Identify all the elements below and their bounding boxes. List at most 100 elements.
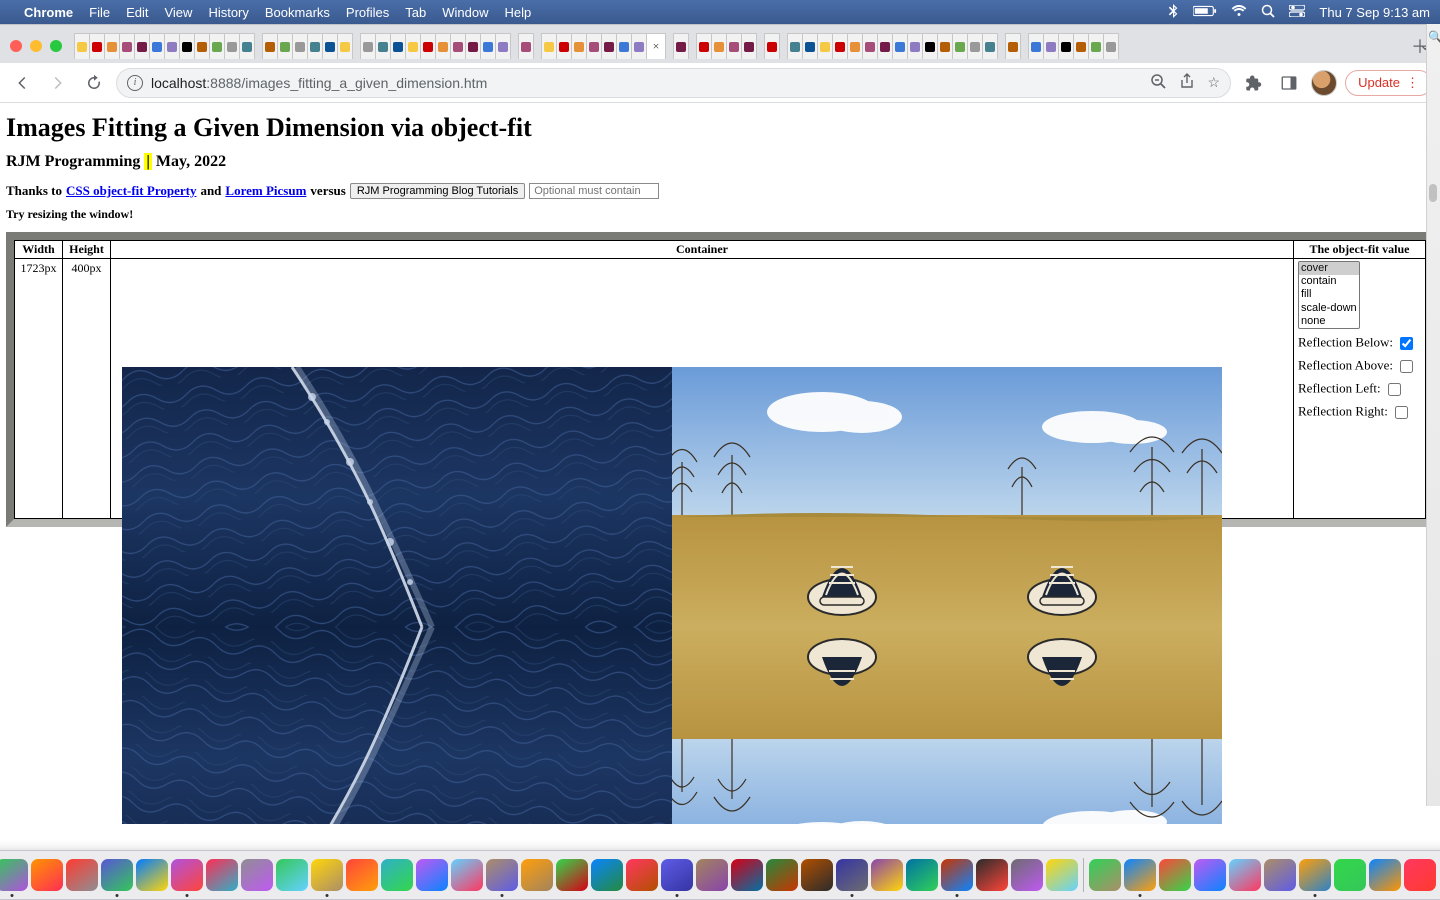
dock-app[interactable] bbox=[661, 859, 693, 891]
menu-tab[interactable]: Tab bbox=[405, 5, 426, 20]
tab[interactable] bbox=[307, 33, 323, 59]
battery-icon[interactable] bbox=[1193, 5, 1217, 20]
dock-app[interactable] bbox=[241, 859, 273, 891]
tab[interactable] bbox=[631, 33, 647, 59]
close-window[interactable] bbox=[10, 40, 22, 52]
tab[interactable] bbox=[420, 33, 436, 59]
menu-view[interactable]: View bbox=[164, 5, 192, 20]
dock-app[interactable] bbox=[1124, 859, 1156, 891]
tab[interactable] bbox=[847, 33, 863, 59]
tab[interactable] bbox=[262, 33, 278, 59]
optional-contain-input[interactable] bbox=[529, 183, 659, 199]
dock-app[interactable] bbox=[941, 859, 973, 891]
dock-app[interactable] bbox=[31, 859, 63, 891]
tab[interactable] bbox=[292, 33, 308, 59]
dock-app[interactable] bbox=[416, 859, 448, 891]
tab[interactable] bbox=[1043, 33, 1059, 59]
dock-app[interactable] bbox=[171, 859, 203, 891]
app-name[interactable]: Chrome bbox=[24, 5, 73, 20]
tab[interactable] bbox=[209, 33, 225, 59]
dock-app[interactable] bbox=[731, 859, 763, 891]
tab[interactable] bbox=[435, 33, 451, 59]
dock-app[interactable] bbox=[696, 859, 728, 891]
dock-app[interactable] bbox=[1404, 859, 1436, 891]
dock-app[interactable] bbox=[1011, 859, 1043, 891]
tab[interactable] bbox=[164, 33, 180, 59]
dock-app[interactable] bbox=[101, 859, 133, 891]
dock-app[interactable] bbox=[311, 859, 343, 891]
tab[interactable] bbox=[1103, 33, 1119, 59]
tab[interactable] bbox=[922, 33, 938, 59]
find-icon[interactable]: 🔍 bbox=[1428, 30, 1440, 45]
tab[interactable] bbox=[764, 33, 780, 59]
menu-bookmarks[interactable]: Bookmarks bbox=[265, 5, 330, 20]
minimize-window[interactable] bbox=[30, 40, 42, 52]
menu-help[interactable]: Help bbox=[505, 5, 532, 20]
blog-tutorials-button[interactable]: RJM Programming Blog Tutorials bbox=[350, 183, 525, 199]
tab[interactable] bbox=[119, 33, 135, 59]
tab[interactable] bbox=[937, 33, 953, 59]
tab[interactable] bbox=[375, 33, 391, 59]
tab[interactable] bbox=[1028, 33, 1044, 59]
tab[interactable] bbox=[1005, 33, 1021, 59]
dock-app[interactable] bbox=[766, 859, 798, 891]
dock-app[interactable] bbox=[486, 859, 518, 891]
tab[interactable] bbox=[601, 33, 617, 59]
tab[interactable] bbox=[450, 33, 466, 59]
dock-app[interactable] bbox=[591, 859, 623, 891]
tab[interactable] bbox=[480, 33, 496, 59]
dock-app[interactable] bbox=[1046, 859, 1078, 891]
tab[interactable] bbox=[89, 33, 105, 59]
tab[interactable] bbox=[586, 33, 602, 59]
tab[interactable] bbox=[465, 33, 481, 59]
dock-app[interactable] bbox=[1159, 859, 1191, 891]
tab[interactable] bbox=[1088, 33, 1104, 59]
reload-button[interactable] bbox=[80, 69, 108, 97]
tab[interactable] bbox=[787, 33, 803, 59]
scrollbar-thumb[interactable] bbox=[1429, 184, 1437, 202]
tab[interactable] bbox=[322, 33, 338, 59]
dock-app[interactable] bbox=[1229, 859, 1261, 891]
profile-avatar[interactable] bbox=[1311, 70, 1337, 96]
tab[interactable] bbox=[862, 33, 878, 59]
tab[interactable] bbox=[726, 33, 742, 59]
dock-app[interactable] bbox=[626, 859, 658, 891]
tab[interactable] bbox=[892, 33, 908, 59]
dock-app[interactable] bbox=[1264, 859, 1296, 891]
extensions-icon[interactable] bbox=[1239, 69, 1267, 97]
tab[interactable] bbox=[982, 33, 998, 59]
tab[interactable] bbox=[877, 33, 893, 59]
tab[interactable] bbox=[541, 33, 557, 59]
side-panel-icon[interactable] bbox=[1275, 69, 1303, 97]
dock-app[interactable] bbox=[871, 859, 903, 891]
tab[interactable] bbox=[239, 33, 255, 59]
dock-app[interactable] bbox=[556, 859, 588, 891]
reflection-below-checkbox[interactable] bbox=[1400, 337, 1413, 350]
omnibox[interactable]: i localhost:8888/images_fitting_a_given_… bbox=[116, 68, 1231, 98]
tab[interactable] bbox=[952, 33, 968, 59]
dock-app[interactable] bbox=[1194, 859, 1226, 891]
menu-profiles[interactable]: Profiles bbox=[346, 5, 389, 20]
dock-app[interactable] bbox=[1089, 859, 1121, 891]
tab[interactable] bbox=[616, 33, 632, 59]
tab[interactable] bbox=[1073, 33, 1089, 59]
tab[interactable] bbox=[741, 33, 757, 59]
tab[interactable] bbox=[907, 33, 923, 59]
tab[interactable] bbox=[360, 33, 376, 59]
search-icon[interactable] bbox=[1261, 4, 1275, 21]
tab[interactable] bbox=[1058, 33, 1074, 59]
tab[interactable] bbox=[74, 33, 90, 59]
right-scrollbar[interactable]: 🔍 bbox=[1426, 24, 1440, 806]
tab[interactable] bbox=[390, 33, 406, 59]
tab[interactable] bbox=[556, 33, 572, 59]
control-center-icon[interactable] bbox=[1289, 5, 1305, 20]
tab[interactable] bbox=[817, 33, 833, 59]
tab[interactable] bbox=[696, 33, 712, 59]
bluetooth-icon[interactable] bbox=[1167, 4, 1179, 21]
clock[interactable]: Thu 7 Sep 9:13 am bbox=[1319, 5, 1430, 20]
tab[interactable] bbox=[405, 33, 421, 59]
dock-app[interactable] bbox=[1369, 859, 1401, 891]
tab[interactable] bbox=[277, 33, 293, 59]
tab[interactable] bbox=[518, 33, 534, 59]
dock-app[interactable] bbox=[976, 859, 1008, 891]
